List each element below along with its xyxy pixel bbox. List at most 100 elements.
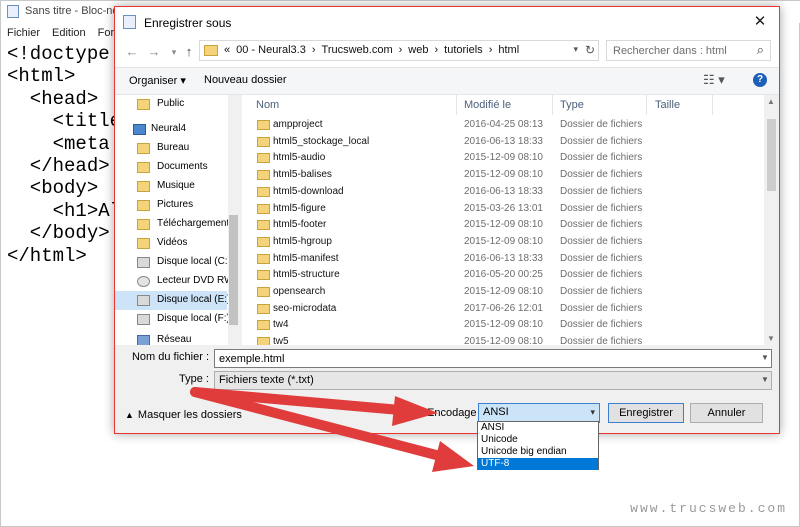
file-row[interactable]: opensearch 2015-12-09 08:10 Dossier de fic…: [242, 284, 764, 301]
file-type-select[interactable]: Fichiers texte (*.txt): [214, 371, 772, 390]
breadcrumb-item[interactable]: 00 - Neural3.3: [236, 44, 306, 56]
encoding-select[interactable]: ANSI ▾: [478, 403, 600, 423]
file-row[interactable]: seo-microdata 2017-06-26 12:01 Dossier de …: [242, 301, 764, 318]
file-row[interactable]: html5-download 2016-06-13 18:33 Dossier de…: [242, 184, 764, 201]
encoding-option-unicode-big-endian[interactable]: Unicode big endian: [478, 446, 598, 458]
nav-item[interactable]: Neural4: [115, 120, 227, 139]
menu-edition[interactable]: Edition: [52, 27, 86, 39]
column-header-name[interactable]: Nom: [256, 99, 279, 111]
nav-item[interactable]: Disque local (E:): [115, 291, 230, 310]
folder-icon: [257, 320, 270, 331]
scroll-down-icon[interactable]: ▼: [767, 334, 775, 343]
file-date: 2015-12-09 08:10: [464, 286, 543, 297]
network-icon: [137, 335, 150, 345]
nav-item[interactable]: Réseau: [115, 331, 227, 345]
file-list-scrollbar[interactable]: ▲ ▼: [764, 95, 779, 345]
close-icon[interactable]: ✕: [747, 11, 773, 33]
file-type-chevron-down-icon[interactable]: ▼: [761, 375, 769, 384]
file-type: Dossier de fichiers: [560, 202, 643, 214]
filename-input[interactable]: [214, 349, 772, 368]
nav-item[interactable]: Public: [115, 95, 227, 114]
nav-item-label: Téléchargement: [157, 218, 230, 229]
menu-fichier[interactable]: Fichier: [7, 27, 40, 39]
breadcrumb-item[interactable]: Trucsweb.com: [322, 44, 393, 56]
file-name: tw4: [273, 319, 289, 331]
column-divider[interactable]: [552, 95, 553, 115]
file-type: Dossier de fichiers: [560, 319, 643, 331]
file-row[interactable]: html5-hgroup 2015-12-09 08:10 Dossier de f…: [242, 234, 764, 251]
file-type: Dossier de fichiers: [560, 302, 643, 314]
nav-item[interactable]: Pictures: [115, 196, 227, 215]
column-divider[interactable]: [456, 95, 457, 115]
organiser-button[interactable]: Organiser ▾: [129, 74, 186, 87]
filename-dropdown-chevron-icon[interactable]: ▼: [761, 353, 769, 362]
nav-item[interactable]: Vidéos: [115, 234, 227, 253]
scrollbar-thumb[interactable]: [229, 215, 238, 325]
file-row[interactable]: html5-balises 2015-12-09 08:10 Dossier de …: [242, 167, 764, 184]
nav-item[interactable]: Musique: [115, 177, 227, 196]
breadcrumb-separator: ›: [311, 44, 316, 56]
file-date: 2015-12-09 08:10: [464, 169, 543, 181]
encoding-dropdown-list: ANSI Unicode Unicode big endian UTF-8: [477, 421, 599, 470]
search-input[interactable]: Rechercher dans : html ⌕: [606, 40, 771, 61]
address-dropdown-chevron-icon[interactable]: ▾: [573, 44, 578, 55]
hide-folders-toggle[interactable]: ▲ Masquer les dossiers: [125, 409, 242, 421]
address-bar[interactable]: « 00 - Neural3.3 › Trucsweb.com › web › tutorie…: [199, 40, 599, 61]
file-row[interactable]: html5-manifest 2016-06-13 18:33 Dossier de…: [242, 251, 764, 268]
file-name: seo-microdata: [273, 302, 337, 314]
folder-icon: [257, 337, 270, 345]
breadcrumb-item[interactable]: web: [408, 44, 428, 56]
column-divider[interactable]: [712, 95, 713, 115]
nav-item[interactable]: Lecteur DVD RW: [115, 272, 234, 291]
nav-item[interactable]: Bureau: [115, 139, 227, 158]
forward-arrow-icon[interactable]: →: [145, 43, 163, 61]
file-name: opensearch: [273, 286, 326, 297]
file-date: 2016-06-13 18:33: [464, 135, 543, 147]
back-arrow-icon[interactable]: ←: [123, 43, 141, 61]
nav-item[interactable]: Téléchargement: [115, 215, 230, 234]
videos-icon: [137, 238, 150, 249]
file-row[interactable]: tw5 2015-12-09 08:10 Dossier de fichiers: [242, 334, 764, 345]
file-row[interactable]: ampproject 2016-04-25 08:13 Dossier de fic…: [242, 117, 764, 134]
breadcrumb-item[interactable]: html: [498, 44, 519, 56]
column-header-type[interactable]: Type: [560, 99, 584, 111]
breadcrumb[interactable]: « 00 - Neural3.3 › Trucsweb.com › web › tutorie…: [224, 44, 525, 56]
file-row[interactable]: html5-audio 2015-12-09 08:10 Dossier de fi…: [242, 150, 764, 167]
folder-icon: [257, 220, 270, 231]
encoding-option-ansi[interactable]: ANSI: [478, 422, 598, 434]
up-arrow-icon[interactable]: ↑: [180, 43, 198, 61]
file-name: html5-audio: [273, 152, 326, 164]
file-row[interactable]: html5-footer 2015-12-09 08:10 Dossier de f…: [242, 217, 764, 234]
folder-icon: [257, 170, 270, 181]
new-folder-button[interactable]: Nouveau dossier: [204, 74, 287, 86]
encoding-option-unicode[interactable]: Unicode: [478, 434, 598, 446]
column-divider[interactable]: [646, 95, 647, 115]
encoding-value: ANSI: [483, 406, 509, 418]
nav-item[interactable]: Disque local (F:): [115, 310, 230, 329]
file-row[interactable]: html5-structure 2016-05-20 00:25 Dossier d…: [242, 267, 764, 284]
column-header-date[interactable]: Modifié le: [464, 99, 511, 111]
encoding-option-utf8[interactable]: UTF-8: [478, 458, 598, 470]
save-button[interactable]: Enregistrer: [608, 403, 684, 423]
nav-item-label: Réseau: [157, 334, 192, 345]
scroll-up-icon[interactable]: ▲: [767, 97, 775, 106]
file-type: Dossier de fichiers: [560, 219, 643, 231]
breadcrumb-overflow[interactable]: «: [224, 44, 230, 56]
column-header-size[interactable]: Taille: [655, 99, 680, 111]
file-name: html5-footer: [273, 219, 327, 231]
nav-item-label: Neural4: [151, 123, 187, 134]
view-options-icon[interactable]: ☷ ▾: [703, 72, 725, 88]
help-icon[interactable]: ?: [753, 73, 767, 87]
navigation-scrollbar[interactable]: [228, 95, 239, 345]
file-date: 2015-03-26 13:01: [464, 202, 543, 214]
search-icon[interactable]: ⌕: [757, 42, 764, 58]
refresh-icon[interactable]: ↻: [585, 43, 595, 57]
file-row[interactable]: html5_stockage_local 2016-06-13 18:33 Doss…: [242, 134, 764, 151]
scrollbar-thumb[interactable]: [767, 119, 776, 191]
file-row[interactable]: html5-figure 2015-03-26 13:01 Dossier de f…: [242, 201, 764, 218]
nav-item[interactable]: Disque local (C:): [115, 253, 231, 272]
cancel-button[interactable]: Annuler: [690, 403, 763, 423]
file-row[interactable]: tw4 2015-12-09 08:10 Dossier de fichiers: [242, 317, 764, 334]
breadcrumb-item[interactable]: tutoriels: [444, 44, 483, 56]
nav-item[interactable]: Documents: [115, 158, 227, 177]
